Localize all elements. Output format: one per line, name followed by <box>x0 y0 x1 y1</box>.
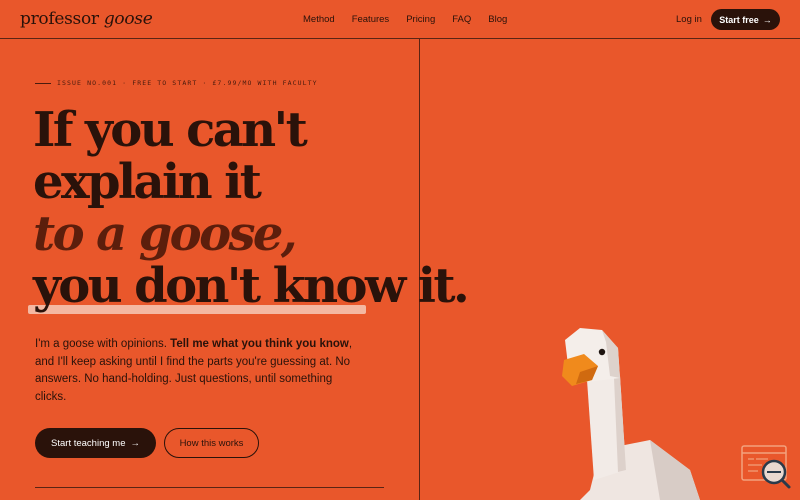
nav-link-blog[interactable]: Blog <box>488 14 507 25</box>
headline-line-2: explain it <box>33 154 262 210</box>
nav-link-pricing[interactable]: Pricing <box>406 14 435 25</box>
start-free-label: Start free <box>719 14 759 25</box>
body-text-bold: Tell me what you think you know <box>170 338 349 350</box>
start-teaching-label: Start teaching me <box>51 437 126 449</box>
headline-line-1: If you can't <box>33 102 308 158</box>
nav-link-method[interactable]: Method <box>303 14 335 25</box>
hero-body: I'm a goose with opinions. Tell me what … <box>35 336 365 406</box>
arrow-right-icon: → <box>130 437 140 449</box>
headline-line-4: you don't know it. <box>33 258 470 314</box>
logo-word-goose: goose <box>103 9 153 29</box>
goose-illustration <box>562 328 700 500</box>
arrow-right-icon: → <box>762 14 772 25</box>
kicker-rule <box>35 82 51 84</box>
login-link[interactable]: Log in <box>676 14 702 25</box>
goose-eye <box>598 348 606 356</box>
search-widget-icon[interactable] <box>740 444 792 490</box>
issue-kicker: ISSUE NO.001 · FREE TO START · £7.99/MO … <box>35 79 318 87</box>
nav-links: Method Features Pricing FAQ Blog <box>303 14 507 25</box>
logo-word-professor: professor <box>20 9 99 29</box>
start-teaching-button[interactable]: Start teaching me → <box>35 428 156 458</box>
nav-link-faq[interactable]: FAQ <box>452 14 471 25</box>
start-free-button[interactable]: Start free → <box>711 9 780 30</box>
headline-line-3: to a goose, <box>33 206 298 262</box>
hero-bottom-rule <box>35 487 384 488</box>
logo[interactable]: professor goose <box>20 9 153 29</box>
nav-link-features[interactable]: Features <box>352 14 390 25</box>
body-text-1: I'm a goose with opinions. <box>35 338 171 350</box>
how-it-works-label: How this works <box>179 437 244 449</box>
kicker-text: ISSUE NO.001 · FREE TO START · £7.99/MO … <box>57 79 318 87</box>
how-it-works-button[interactable]: How this works <box>164 428 259 458</box>
top-nav: professor goose Method Features Pricing … <box>0 0 800 39</box>
hero-headline: If you can't explain it to a goose, you … <box>33 102 470 314</box>
